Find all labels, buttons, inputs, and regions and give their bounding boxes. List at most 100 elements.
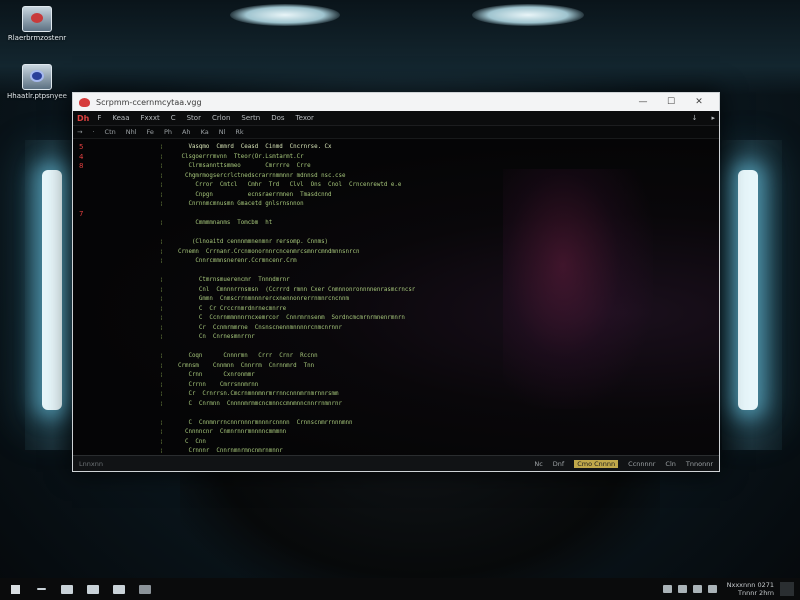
fold-marker[interactable]: ¦ xyxy=(153,438,163,448)
network-icon[interactable] xyxy=(662,585,672,593)
fold-marker[interactable]: ¦ xyxy=(153,238,163,248)
fold-marker[interactable]: ¦ xyxy=(153,257,163,267)
fold-marker[interactable]: ¦ xyxy=(153,248,163,258)
menu-item[interactable]: Sertn xyxy=(241,114,260,122)
fold-marker[interactable] xyxy=(153,267,163,277)
menu-item[interactable]: Keaa xyxy=(112,114,129,122)
status-item[interactable]: Cmo Cnnnn xyxy=(574,459,619,468)
fold-marker[interactable]: ¦ xyxy=(153,400,163,410)
error-marker[interactable]: 7 xyxy=(79,210,109,220)
fold-marker[interactable]: ¦ xyxy=(153,200,163,210)
menu-item[interactable]: Crlon xyxy=(212,114,230,122)
toolbar-item[interactable]: Ah xyxy=(182,128,191,136)
fold-marker[interactable] xyxy=(153,409,163,419)
desktop-icon-2[interactable]: Hhaatlr.ptpsnyee xyxy=(6,64,68,100)
taskbar-app-2[interactable] xyxy=(82,581,104,597)
volume-icon[interactable] xyxy=(677,585,687,593)
fold-marker[interactable]: ¦ xyxy=(153,333,163,343)
start-button[interactable] xyxy=(4,581,26,597)
battery-icon[interactable] xyxy=(692,585,702,593)
status-item[interactable]: Nc xyxy=(534,460,542,468)
taskbar-app-1[interactable] xyxy=(56,581,78,597)
download-icon[interactable]: ↓ xyxy=(692,114,698,122)
search-button[interactable] xyxy=(30,581,52,597)
status-item[interactable]: Cln xyxy=(665,460,675,468)
error-marker[interactable]: 4 xyxy=(79,153,109,163)
notification-button[interactable] xyxy=(780,582,794,596)
toolbar-item[interactable]: Ctn xyxy=(105,128,116,136)
error-marker[interactable] xyxy=(79,200,109,210)
fold-marker[interactable]: ¦ xyxy=(153,162,163,172)
fold-marker[interactable]: ¦ xyxy=(153,305,163,315)
taskbar-app-3[interactable] xyxy=(108,581,130,597)
fold-marker[interactable]: ¦ xyxy=(153,362,163,372)
error-marker[interactable] xyxy=(79,191,109,201)
play-icon[interactable]: ▸ xyxy=(711,114,715,122)
code-line: Cr Crnrrsn.Cmcrnmnnmnrmrrnncnnnmrnmrnnrs… xyxy=(171,391,339,397)
code-editor[interactable]: 5487 ¦¦¦¦¦¦¦¦¦¦¦¦¦¦¦¦¦¦¦¦¦¦¦¦¦¦¦¦¦¦¦¦¦¦¦… xyxy=(73,139,719,455)
fold-marker[interactable]: ¦ xyxy=(153,172,163,182)
fold-marker[interactable]: ¦ xyxy=(153,419,163,429)
fold-marker[interactable] xyxy=(153,229,163,239)
status-item[interactable]: Tnnonnr xyxy=(686,460,713,468)
fold-marker[interactable]: ¦ xyxy=(153,295,163,305)
code-line: C Cnnmnrrncnnrnnnrmnnnrcnnnn Crnnscnmrrn… xyxy=(171,419,353,426)
code-line: Ctmrnsmuerencmr Tnnndmrnr xyxy=(171,277,290,283)
neon-tube-left xyxy=(42,170,62,410)
toolbar-item[interactable]: Ph xyxy=(164,128,172,136)
error-marker[interactable] xyxy=(79,172,109,182)
fold-marker[interactable]: ¦ xyxy=(153,371,163,381)
code-line: Crror Cmtcl Cmhr Trd Clvl Ons Cnol Crnce… xyxy=(171,182,402,188)
fold-marker[interactable]: ¦ xyxy=(153,324,163,334)
fold-marker[interactable]: ¦ xyxy=(153,428,163,438)
menu-bar: Dh F Keaa Fxxxt C Stor Crlon Sertn Dos T… xyxy=(73,111,719,126)
toolbar-item[interactable]: → xyxy=(77,128,82,136)
toolbar-item[interactable]: · xyxy=(92,128,94,136)
code-line: Vasqmo Cmmrd Ceasd Cinmd Cncrnrse. Cx xyxy=(171,144,332,150)
error-marker[interactable]: 5 xyxy=(79,143,109,153)
code-line: C Ccnrnmmnnnrncxemrcor Cnnrmrnsenm Sordn… xyxy=(171,315,405,321)
toolbar-item[interactable]: Ka xyxy=(201,128,209,136)
menu-item[interactable]: Texor xyxy=(296,114,314,122)
status-item[interactable]: Ccnnnnr xyxy=(628,460,655,468)
fold-marker[interactable]: ¦ xyxy=(153,191,163,201)
minimize-button[interactable]: — xyxy=(629,97,657,107)
desktop-icon-1[interactable]: Rlaerbrmzostenr xyxy=(6,6,68,42)
menu-item[interactable]: Stor xyxy=(187,114,201,122)
terminal-icon xyxy=(139,584,151,594)
toolbar-item[interactable]: Nhl xyxy=(126,128,137,136)
menu-item[interactable]: Fxxxt xyxy=(141,114,160,122)
window-titlebar[interactable]: Scrpmm-ccernmcytaa.vgg — ☐ ✕ xyxy=(73,93,719,111)
fold-marker[interactable]: ¦ xyxy=(153,390,163,400)
error-marker[interactable] xyxy=(79,181,109,191)
clock[interactable]: Nxxxnnn 0271 Tnnnr 2hrn xyxy=(727,581,774,597)
taskbar-app-4[interactable] xyxy=(134,581,156,597)
fold-marker[interactable]: ¦ xyxy=(153,181,163,191)
menu-item[interactable]: Dos xyxy=(271,114,284,122)
search-icon xyxy=(36,588,46,590)
fold-marker[interactable]: ¦ xyxy=(153,381,163,391)
menu-item[interactable]: F xyxy=(97,114,101,122)
fold-marker[interactable]: ¦ xyxy=(153,153,163,163)
close-button[interactable]: ✕ xyxy=(685,97,713,107)
clock-time: Nxxxnnn 0271 xyxy=(726,581,774,589)
toolbar-item[interactable]: Nl xyxy=(219,128,226,136)
status-item[interactable]: Dnf xyxy=(553,460,564,468)
menu-item[interactable]: C xyxy=(171,114,176,122)
error-marker[interactable]: 8 xyxy=(79,162,109,172)
fold-marker[interactable]: ¦ xyxy=(153,352,163,362)
toolbar-item[interactable]: Rk xyxy=(235,128,243,136)
maximize-button[interactable]: ☐ xyxy=(657,97,685,107)
fold-marker[interactable]: ¦ xyxy=(153,447,163,455)
fold-marker[interactable]: ¦ xyxy=(153,314,163,324)
fold-marker[interactable] xyxy=(153,343,163,353)
editor-window: Scrpmm-ccernmcytaa.vgg — ☐ ✕ Dh F Keaa F… xyxy=(72,92,720,472)
language-icon[interactable] xyxy=(707,585,717,593)
fold-marker[interactable]: ¦ xyxy=(153,276,163,286)
fold-marker[interactable]: ¦ xyxy=(153,143,163,153)
toolbar-item[interactable]: Fe xyxy=(147,128,154,136)
fold-marker[interactable]: ¦ xyxy=(153,286,163,296)
fold-marker[interactable]: ¦ xyxy=(153,219,163,229)
fold-marker[interactable] xyxy=(153,210,163,220)
